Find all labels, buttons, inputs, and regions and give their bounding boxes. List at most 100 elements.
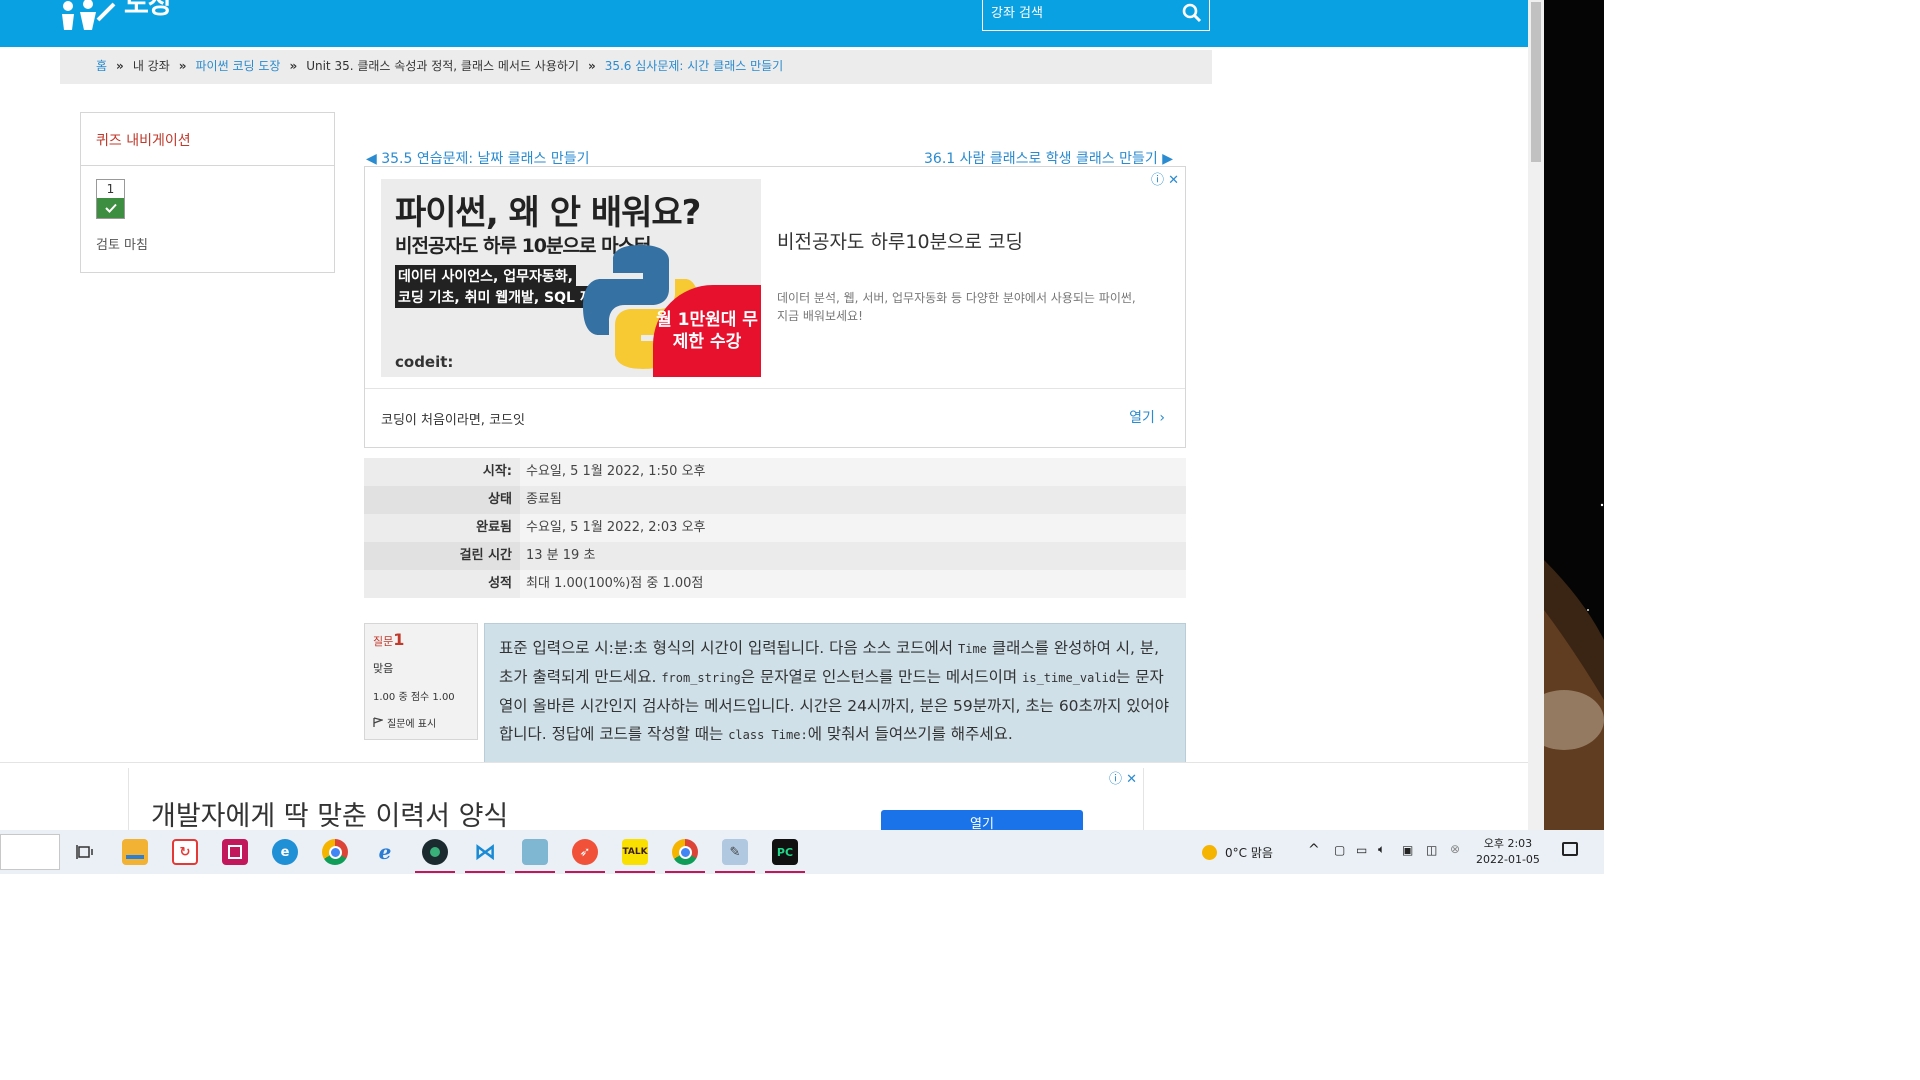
scrollbar-thumb[interactable] [1531,2,1541,162]
advertisement-banner[interactable]: ⓘ ✕ 파이썬, 왜 안 배워요? 비전공자도 하루 10분으로 마스터 데이터… [364,166,1186,448]
running-indicator [515,871,555,873]
question-nav-button-1[interactable]: 1 [96,179,125,219]
bottom-ad-open-button[interactable]: 열기 [881,810,1083,830]
chevron-up-icon[interactable]: ^ [1308,842,1320,858]
bottom-advertisement[interactable]: ⓘ ✕ 개발자에게 딱 맞춘 이력서 양식 열기 [128,768,1144,830]
check-icon [97,198,124,218]
edge-icon[interactable]: e [272,839,298,865]
summary-row: 성적 최대 1.00(100%)점 중 1.00점 [364,570,1186,598]
pycharm-icon[interactable]: PC [772,839,798,865]
bottom-ad-text[interactable]: 개발자에게 딱 맞춘 이력서 양식 [151,794,508,830]
question-text-part: 은 문자열로 인스턴스를 만드는 메서드이며 [740,668,1023,686]
breadcrumb-separator: » [289,59,298,73]
summary-value: 수요일, 5 1월 2022, 1:50 오후 [526,464,706,479]
ad-image-tag: 데이터 사이언스, 업무자동화, [395,265,576,287]
summary-value: 종료됨 [526,492,562,507]
chrome-icon[interactable] [322,839,348,865]
vertical-scrollbar[interactable] [1528,0,1544,830]
ad-title[interactable]: 비전공자도 하루10분으로 코딩 [777,227,1023,254]
swift-app-icon[interactable]: ➶ [572,839,598,865]
top-header [0,0,1528,47]
flag-question-label: 질문에 표시 [387,719,437,730]
red-app-icon[interactable] [222,839,248,865]
logo-text: 도장 [124,0,173,20]
battery-icon[interactable]: ▭ [1356,843,1367,857]
summary-row: 상태 종료됨 [364,486,1186,514]
ad-image-heading: 파이썬, 왜 안 배워요? [395,193,701,233]
display-icon[interactable]: ◫ [1426,843,1437,857]
breadcrumb-unit[interactable]: Unit 35. 클래스 속성과 정적, 클래스 메서드 사용하기 [306,59,579,73]
search-icon[interactable] [1181,2,1203,24]
prev-activity-link[interactable]: ◀ 35.5 연습문제: 날짜 클래스 만들기 [366,148,589,168]
notification-icon[interactable] [1562,842,1578,856]
running-indicator [615,871,655,873]
taskbar-search-box[interactable] [0,834,60,870]
weather-text: 0°C 맑음 [1225,846,1273,860]
ad-close-icon[interactable]: ⓘ ✕ [1151,169,1179,188]
question-text-part: 표준 입력으로 시:분:초 형식의 시간이 입력됩니다. 다음 소스 코드에서 [499,639,958,657]
internet-explorer-icon[interactable]: ℯ [372,839,398,865]
summary-value: 수요일, 5 1월 2022, 2:03 오후 [526,520,706,535]
next-activity-link[interactable]: 36.1 사람 클래스로 학생 클래스 만들기 ▶ [924,148,1173,168]
task-view-icon[interactable] [72,839,98,865]
blocked-icon[interactable]: ⊗ [1450,842,1460,856]
question-text-box: 표준 입력으로 시:분:초 형식의 시간이 입력됩니다. 다음 소스 코드에서 … [484,623,1186,763]
inline-code: class Time: [728,728,808,742]
ad-close-icon[interactable]: ⓘ ✕ [1109,768,1137,787]
breadcrumb: 홈 » 내 강좌 » 파이썬 코딩 도장 » Unit 35. 클래스 속성과 정적, 클래… [60,50,1212,84]
running-indicator [465,871,505,873]
chevron-right-icon: › [1159,410,1165,426]
green-app-icon[interactable] [422,839,448,865]
question-label: 질문 [373,635,394,648]
chrome-profile-icon[interactable] [672,839,698,865]
ad-image-brand: codeit: [395,353,454,371]
clock-time: 오후 2:03 [1483,837,1533,850]
inline-code: is_time_valid [1022,671,1117,685]
quiz-navigation-block: 퀴즈 내비게이션 1 검토 마침 [80,112,335,273]
breadcrumb-current[interactable]: 35.6 심사문제: 시간 클래스 만들기 [605,59,784,73]
site-logo[interactable]: 도장 [58,0,173,38]
network-icon[interactable]: ▣ [1402,843,1413,857]
blue-app-icon[interactable] [522,839,548,865]
course-search-box [982,0,1210,31]
course-search-input[interactable] [989,2,1173,24]
sync-app-icon[interactable]: ↻ [172,839,198,865]
inline-code: Time [958,642,987,656]
ad-open-label: 열기 [1129,410,1155,426]
running-indicator [665,871,705,873]
ad-open-button[interactable]: 열기 › [1129,407,1165,427]
summary-label: 상태 [364,486,520,514]
breadcrumb-my-courses[interactable]: 내 강좌 [133,59,170,73]
summary-value: 13 분 19 초 [526,548,596,563]
running-indicator [715,871,755,873]
breadcrumb-separator: » [116,59,124,73]
vscode-icon[interactable]: ⋈ [472,839,498,865]
question-grade: 1.00 중 점수 1.00 [373,692,455,703]
taskbar-clock[interactable]: 오후 2:03 2022-01-05 [1476,836,1540,868]
paint-app-icon[interactable]: ✎ [722,839,748,865]
weather-widget[interactable]: 0°C 맑음 [1202,844,1273,861]
summary-row: 걸린 시간 13 분 19 초 [364,542,1186,570]
breadcrumb-home[interactable]: 홈 [96,59,107,73]
summary-row: 시작: 수요일, 5 1월 2022, 1:50 오후 [364,458,1186,486]
breadcrumb-course[interactable]: 파이썬 코딩 도장 [196,59,281,73]
summary-label: 시작: [364,458,520,486]
file-explorer-icon[interactable] [122,839,148,865]
question-state: 맞음 [373,662,394,675]
question-text-part: 에 맞춰서 들여쓰기를 해주세요. [807,725,1013,743]
finish-review-link[interactable]: 검토 마침 [96,234,148,253]
question-nav-number: 1 [106,182,115,196]
attempt-summary-table: 시작: 수요일, 5 1월 2022, 1:50 오후 상태 종료됨 완료됨 수… [364,458,1186,598]
flag-question-link[interactable]: 질문에 표시 [373,715,436,730]
inline-code: from_string [661,671,741,685]
volume-icon[interactable]: 🔈︎ [1378,842,1385,857]
breadcrumb-separator: » [178,59,187,73]
ad-image[interactable]: 파이썬, 왜 안 배워요? 비전공자도 하루 10분으로 마스터 데이터 사이언… [381,179,761,377]
clock-date: 2022-01-05 [1476,853,1540,866]
tray-app-icon[interactable]: ▢ [1334,843,1345,857]
windows-taskbar: ↻ e ℯ ⋈ ➶ TALK ✎ PC 0°C 맑음 ^ ▢ ▭ 🔈︎ ▣ ◫ … [0,830,1604,874]
kakaotalk-icon[interactable]: TALK [622,839,648,865]
question-info-box: 질문1 맞음 1.00 중 점수 1.00 질문에 표시 [364,623,478,740]
question-text: 표준 입력으로 시:분:초 형식의 시간이 입력됩니다. 다음 소스 코드에서 … [499,634,1171,749]
ad-footer[interactable]: 코딩이 처음이라면, 코드잇 열기 › [365,388,1185,447]
